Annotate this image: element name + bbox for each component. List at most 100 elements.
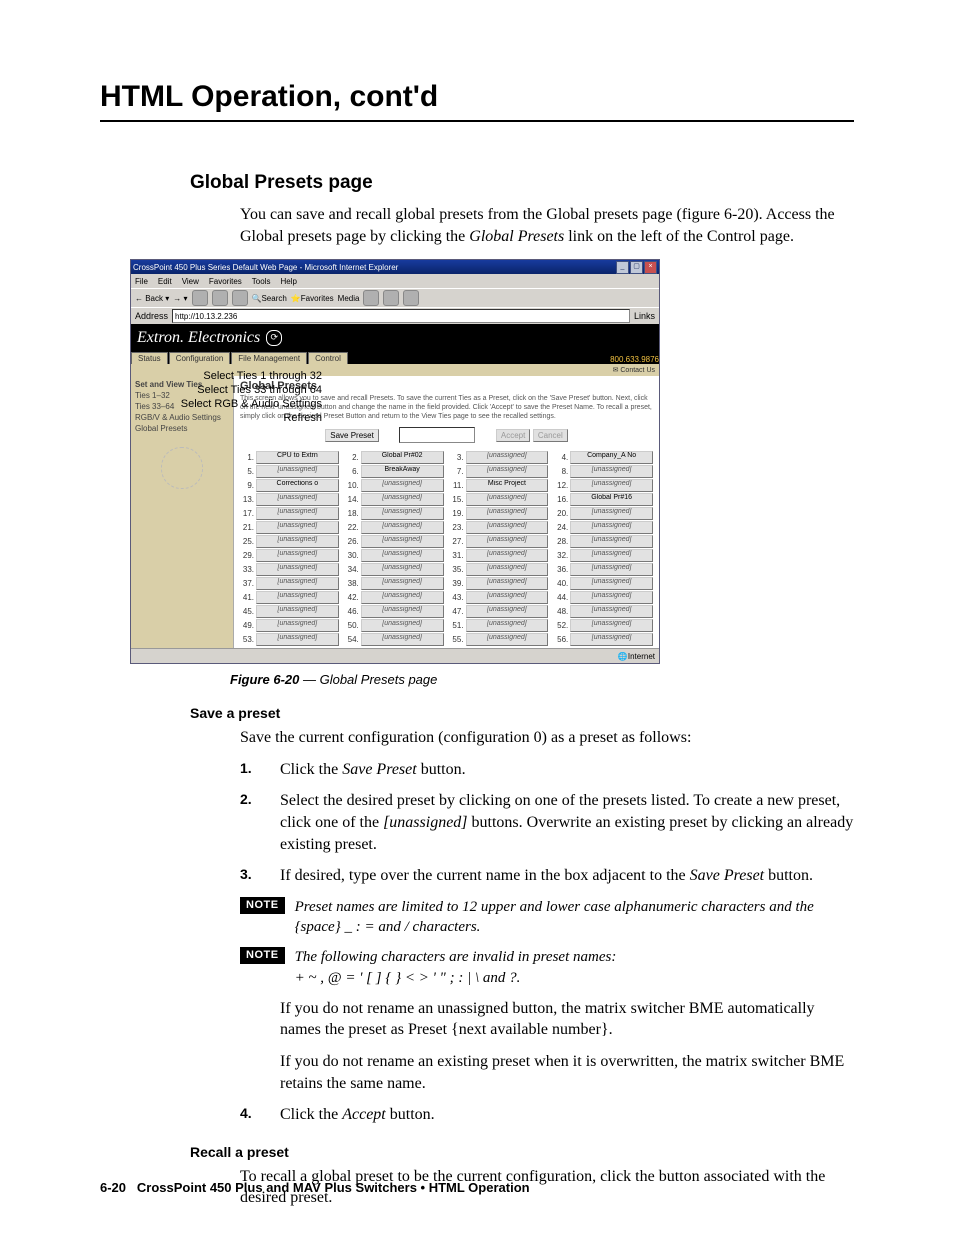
preset-button[interactable]: [unassigned]	[466, 563, 549, 576]
preset-button[interactable]: [unassigned]	[361, 507, 444, 520]
step-num: 4.	[240, 1104, 280, 1126]
tab[interactable]: Control	[308, 352, 348, 364]
preset-button[interactable]: Global Pr#16	[570, 493, 653, 506]
preset-name-input[interactable]	[399, 427, 475, 443]
section-heading: Global Presets page	[190, 172, 854, 194]
menu-item[interactable]: File	[135, 277, 148, 286]
preset-button[interactable]: [unassigned]	[361, 591, 444, 604]
back-button[interactable]: ← Back ▾	[135, 294, 169, 303]
maximize-icon[interactable]: ▢	[630, 261, 643, 274]
preset-button[interactable]: BreakAway	[361, 465, 444, 478]
preset-button[interactable]: Company_A No	[570, 451, 653, 464]
tab[interactable]: File Management	[231, 352, 307, 364]
mail-icon[interactable]	[383, 290, 399, 306]
preset-button[interactable]: [unassigned]	[466, 451, 549, 464]
preset-button[interactable]: [unassigned]	[256, 591, 339, 604]
preset-button[interactable]: [unassigned]	[256, 633, 339, 646]
sidenav-item[interactable]: Global Presets	[135, 424, 229, 433]
preset-button[interactable]: [unassigned]	[570, 507, 653, 520]
accept-button[interactable]: Accept	[496, 429, 530, 442]
preset-button[interactable]: [unassigned]	[466, 577, 549, 590]
preset-number: 54.	[345, 635, 359, 644]
preset-button[interactable]: [unassigned]	[256, 563, 339, 576]
print-icon[interactable]	[403, 290, 419, 306]
preset-button[interactable]: [unassigned]	[570, 549, 653, 562]
preset-button[interactable]: [unassigned]	[256, 535, 339, 548]
preset-button[interactable]: [unassigned]	[256, 521, 339, 534]
preset-button[interactable]: Misc Project	[466, 479, 549, 492]
preset-button[interactable]: [unassigned]	[570, 479, 653, 492]
preset-button[interactable]: [unassigned]	[361, 577, 444, 590]
preset-button[interactable]: [unassigned]	[570, 591, 653, 604]
preset-button[interactable]: [unassigned]	[570, 605, 653, 618]
history-icon[interactable]	[363, 290, 379, 306]
cancel-button[interactable]: Cancel	[533, 429, 568, 442]
preset-button[interactable]: [unassigned]	[466, 535, 549, 548]
preset-button[interactable]: [unassigned]	[256, 465, 339, 478]
save-preset-button[interactable]: Save Preset	[325, 429, 379, 442]
stop-icon[interactable]	[192, 290, 208, 306]
step-text: Select the desired preset by clicking on…	[280, 790, 854, 855]
preset-button[interactable]: Corrections o	[256, 479, 339, 492]
links-label[interactable]: Links	[634, 311, 655, 321]
preset-button[interactable]: [unassigned]	[361, 493, 444, 506]
preset-button[interactable]: [unassigned]	[256, 619, 339, 632]
preset-button[interactable]: [unassigned]	[361, 479, 444, 492]
forward-button[interactable]: → ▾	[173, 294, 187, 303]
preset-button[interactable]: [unassigned]	[361, 633, 444, 646]
preset-number: 40.	[554, 579, 568, 588]
favorites-button[interactable]: ⭐Favorites	[291, 294, 334, 303]
preset-button[interactable]: [unassigned]	[361, 563, 444, 576]
preset-button[interactable]: [unassigned]	[466, 493, 549, 506]
preset-button[interactable]: [unassigned]	[361, 535, 444, 548]
menu-item[interactable]: Favorites	[209, 277, 242, 286]
tab[interactable]: Status	[131, 352, 168, 364]
address-input[interactable]	[172, 309, 630, 323]
preset-button[interactable]: [unassigned]	[361, 549, 444, 562]
preset-button[interactable]: [unassigned]	[466, 549, 549, 562]
preset-button[interactable]: [unassigned]	[570, 465, 653, 478]
preset-button[interactable]: [unassigned]	[466, 521, 549, 534]
preset-button[interactable]: [unassigned]	[361, 619, 444, 632]
preset-button[interactable]: [unassigned]	[466, 591, 549, 604]
contact-link[interactable]: ✉ Contact Us	[613, 366, 655, 374]
preset-button[interactable]: [unassigned]	[466, 633, 549, 646]
note-label: NOTE	[240, 947, 285, 964]
menu-item[interactable]: Help	[280, 277, 296, 286]
menu-item[interactable]: Edit	[158, 277, 172, 286]
refresh-icon[interactable]	[212, 290, 228, 306]
tab[interactable]: Configuration	[169, 352, 231, 364]
preset-button[interactable]: [unassigned]	[256, 507, 339, 520]
preset-button[interactable]: [unassigned]	[256, 577, 339, 590]
preset-button[interactable]: [unassigned]	[570, 535, 653, 548]
preset-button[interactable]: [unassigned]	[466, 605, 549, 618]
preset-button[interactable]: [unassigned]	[570, 633, 653, 646]
preset-button[interactable]: [unassigned]	[361, 521, 444, 534]
preset-button[interactable]: [unassigned]	[466, 507, 549, 520]
preset-button[interactable]: [unassigned]	[570, 619, 653, 632]
preset-button[interactable]: Global Pr#02	[361, 451, 444, 464]
preset-button[interactable]: [unassigned]	[361, 605, 444, 618]
preset-number: 5.	[240, 467, 254, 476]
preset-grid: 1.CPU to Extrn2.Global Pr#023.[unassigne…	[240, 451, 653, 646]
preset-button[interactable]: [unassigned]	[256, 605, 339, 618]
menu-item[interactable]: View	[182, 277, 199, 286]
search-button[interactable]: 🔍Search	[252, 294, 287, 303]
preset-button[interactable]: [unassigned]	[570, 577, 653, 590]
home-icon[interactable]	[232, 290, 248, 306]
preset-button[interactable]: CPU to Extrn	[256, 451, 339, 464]
minimize-icon[interactable]: _	[616, 261, 629, 274]
preset-button[interactable]: [unassigned]	[256, 549, 339, 562]
note-text: Preset names are limited to 12 upper and…	[295, 897, 854, 938]
menu-item[interactable]: Tools	[252, 277, 271, 286]
preset-button[interactable]: [unassigned]	[570, 563, 653, 576]
body-text: If you do not rename an existing preset …	[280, 1051, 854, 1094]
preset-button[interactable]: [unassigned]	[570, 521, 653, 534]
preset-button[interactable]: [unassigned]	[466, 465, 549, 478]
close-icon[interactable]: ×	[644, 261, 657, 274]
extron-logo-icon	[161, 447, 203, 489]
media-button[interactable]: Media	[338, 294, 360, 303]
preset-button[interactable]: [unassigned]	[466, 619, 549, 632]
preset-button[interactable]: [unassigned]	[256, 493, 339, 506]
extron-banner: Extron. Electronics ⟳	[131, 324, 659, 350]
